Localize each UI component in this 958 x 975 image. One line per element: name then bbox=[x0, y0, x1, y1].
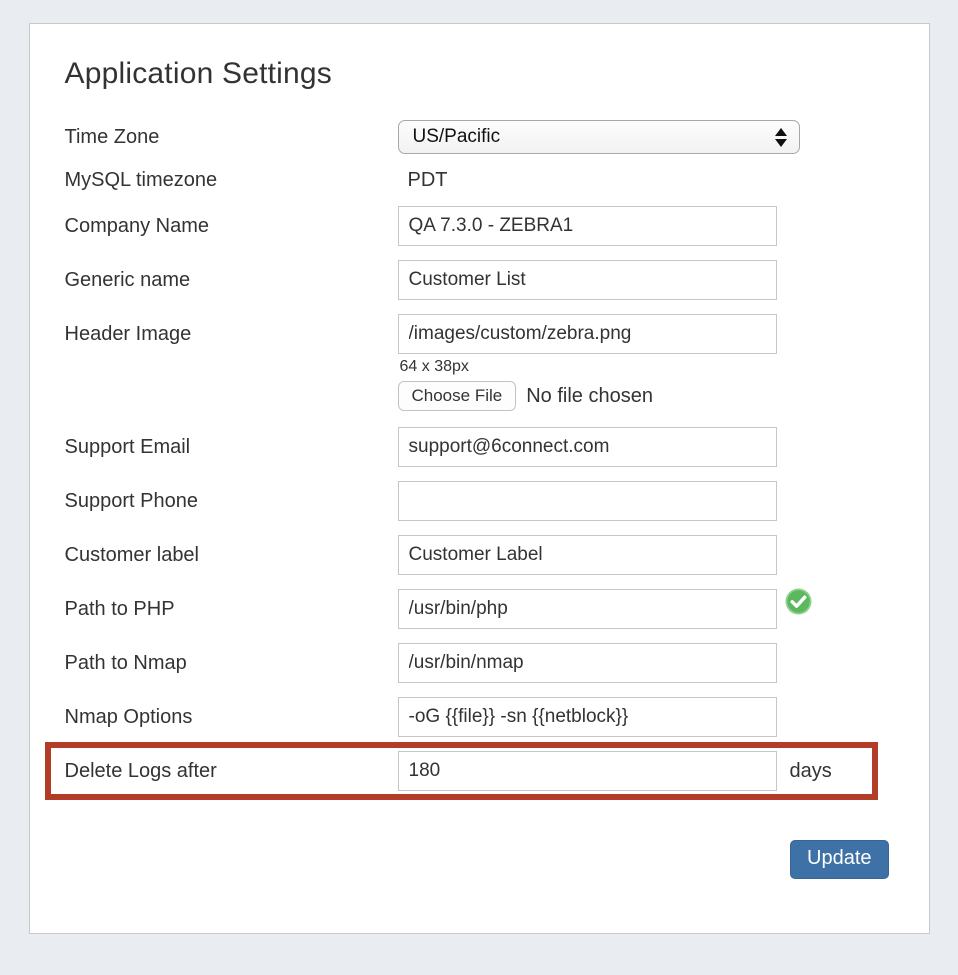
highlight-annotation-delete-logs: Delete Logs after days bbox=[45, 742, 878, 800]
form-row-support-email: Support Email bbox=[65, 427, 894, 467]
form-row-nmap-options: Nmap Options bbox=[65, 697, 894, 737]
form-row-path-to-nmap: Path to Nmap bbox=[65, 643, 894, 683]
form-actions: Update bbox=[65, 840, 894, 879]
delete-logs-days-suffix: days bbox=[790, 760, 832, 783]
check-circle-icon bbox=[785, 588, 812, 615]
mysql-timezone-label: MySQL timezone bbox=[65, 169, 398, 192]
header-image-input[interactable] bbox=[398, 314, 777, 354]
generic-name-label: Generic name bbox=[65, 269, 398, 292]
customer-label-input[interactable] bbox=[398, 535, 777, 575]
header-image-label: Header Image bbox=[65, 323, 398, 346]
header-image-file-block: 64 x 38px Choose File No file chosen bbox=[398, 358, 894, 411]
support-email-input[interactable] bbox=[398, 427, 777, 467]
generic-name-input[interactable] bbox=[398, 260, 777, 300]
time-zone-selected-value: US/Pacific bbox=[413, 126, 775, 148]
update-button[interactable]: Update bbox=[790, 840, 889, 879]
mysql-timezone-value: PDT bbox=[398, 169, 448, 192]
company-name-input[interactable] bbox=[398, 206, 777, 246]
company-name-label: Company Name bbox=[65, 215, 398, 238]
nmap-options-input[interactable] bbox=[398, 697, 777, 737]
nmap-options-label: Nmap Options bbox=[65, 706, 398, 729]
path-to-php-label: Path to PHP bbox=[65, 598, 398, 621]
header-image-size-hint: 64 x 38px bbox=[400, 358, 894, 376]
support-phone-input[interactable] bbox=[398, 481, 777, 521]
form-row-generic-name: Generic name bbox=[65, 260, 894, 300]
support-email-label: Support Email bbox=[65, 436, 398, 459]
path-to-nmap-input[interactable] bbox=[398, 643, 777, 683]
time-zone-select[interactable]: US/Pacific bbox=[398, 120, 800, 154]
choose-file-button[interactable]: Choose File bbox=[398, 381, 517, 411]
form-row-customer-label: Customer label bbox=[65, 535, 894, 575]
file-chosen-status: No file chosen bbox=[526, 385, 653, 408]
time-zone-label: Time Zone bbox=[65, 126, 398, 149]
page-title: Application Settings bbox=[65, 57, 894, 91]
form-row-mysql-timezone: MySQL timezone PDT bbox=[65, 167, 894, 193]
application-settings-panel: Application Settings Time Zone US/Pacifi… bbox=[29, 23, 930, 934]
path-to-nmap-label: Path to Nmap bbox=[65, 652, 398, 675]
form-row-path-to-php: Path to PHP bbox=[65, 589, 894, 629]
delete-logs-input[interactable] bbox=[398, 751, 777, 791]
form-row-company-name: Company Name bbox=[65, 206, 894, 246]
form-row-header-image: Header Image bbox=[65, 314, 894, 354]
support-phone-label: Support Phone bbox=[65, 490, 398, 513]
form-row-support-phone: Support Phone bbox=[65, 481, 894, 521]
customer-label-label: Customer label bbox=[65, 544, 398, 567]
delete-logs-label: Delete Logs after bbox=[65, 760, 398, 783]
form-row-time-zone: Time Zone US/Pacific bbox=[65, 120, 894, 154]
path-to-php-input[interactable] bbox=[398, 589, 777, 629]
select-stepper-arrows-icon bbox=[775, 128, 787, 147]
